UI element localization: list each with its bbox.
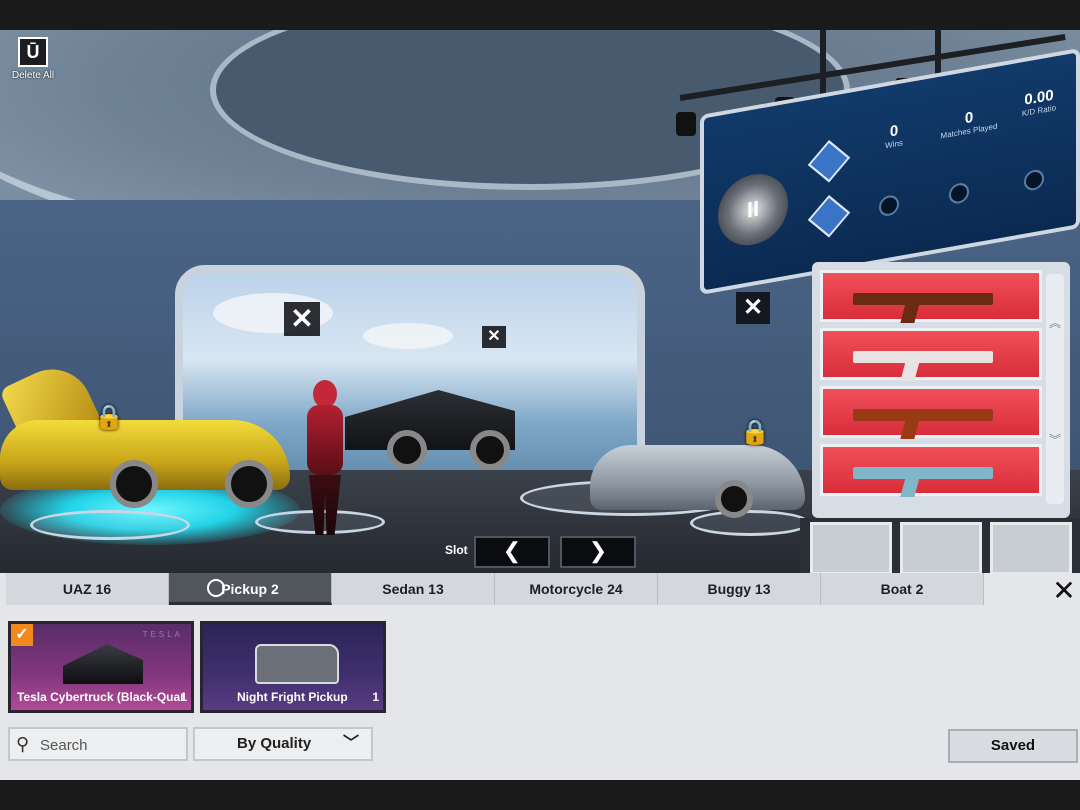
search-input[interactable] [40, 733, 180, 757]
tab-pickup-label: Pickup 2 [221, 581, 279, 597]
character-head [313, 380, 337, 408]
vehicle-card-night-fright[interactable]: Night Fright Pickup 1 [200, 621, 386, 713]
tab-motorcycle[interactable]: Motorcycle 24 [495, 573, 658, 605]
prev-slot-button[interactable]: ❮ [474, 536, 550, 568]
tier-emblem: II [718, 168, 788, 251]
platform [30, 510, 190, 540]
cloud [363, 323, 453, 349]
weapon-rack: ︽ ︾ [812, 262, 1070, 518]
cybertruck-thumbnail [63, 644, 143, 684]
lock-icon: 🔒 [94, 404, 124, 431]
locker-slot[interactable] [900, 522, 982, 575]
character-legs [309, 475, 341, 535]
close-icon[interactable]: ✕ [482, 326, 506, 348]
weapon-card-m416[interactable] [820, 328, 1042, 380]
car-body [590, 445, 805, 510]
tab-buggy[interactable]: Buggy 13 [658, 573, 821, 605]
slot-label: Slot [445, 543, 468, 557]
sort-dropdown[interactable]: By Quality ﹀ [193, 727, 373, 761]
tab-sedan[interactable]: Sedan 13 [332, 573, 495, 605]
vehicle-name: Tesla Cybertruck (Black-Quar [17, 690, 185, 704]
chevron-up-icon: ︽ [1048, 316, 1061, 330]
silver-roadster[interactable] [590, 435, 810, 525]
close-icon[interactable]: ✕ [284, 302, 320, 336]
wheel [110, 460, 158, 508]
rank-badge-icon [807, 195, 851, 238]
black-cybertruck[interactable] [345, 380, 520, 470]
locker-slot[interactable] [810, 522, 892, 575]
tier-numeral: II [746, 195, 760, 223]
player-character [295, 380, 355, 540]
close-icon[interactable]: ✕ [1050, 577, 1078, 606]
top-letterbox [0, 0, 1080, 30]
vehicle-category-tabs: UAZ 16 Pickup 2 Sedan 13 Motorcycle 24 B… [6, 573, 984, 605]
stat-slot-icon [879, 193, 899, 218]
vehicle-name: Night Fright Pickup [237, 690, 348, 704]
bottom-letterbox [0, 780, 1080, 810]
locker-row [800, 518, 1080, 575]
wheel [470, 430, 510, 470]
tab-pickup[interactable]: Pickup 2 [169, 573, 332, 605]
tab-uaz[interactable]: UAZ 16 [6, 573, 169, 605]
cursor-ring [207, 579, 225, 597]
vehicle-card-cybertruck[interactable]: TESLA ✓ Tesla Cybertruck (Black-Quar 1 [8, 621, 194, 713]
trash-icon: Ū [18, 37, 48, 67]
wheel [387, 430, 427, 470]
weapon-card-m762[interactable] [820, 444, 1042, 496]
selected-check-icon: ✓ [11, 624, 33, 646]
stat-slot-icon [1024, 168, 1044, 192]
rank-badge-icon [807, 140, 851, 183]
locker-slot[interactable] [990, 522, 1072, 575]
delete-all-label: Delete All [11, 70, 55, 81]
search-box: ⚲ [8, 727, 188, 761]
lock-icon: 🔒 [740, 419, 770, 446]
tab-boat[interactable]: Boat 2 [821, 573, 984, 605]
vehicle-count: 1 [180, 690, 187, 704]
wheel [225, 460, 273, 508]
weapon-card-akm[interactable] [820, 270, 1042, 322]
chevron-down-icon: ﹀ [342, 735, 359, 752]
delete-all-button[interactable]: Ū Delete All [10, 37, 56, 85]
pickup-thumbnail [255, 644, 339, 684]
vehicle-panel: UAZ 16 Pickup 2 Sedan 13 Motorcycle 24 B… [0, 573, 1080, 780]
brand-mark: TESLA [142, 630, 183, 639]
stat-kd: 0.00 K/D Ratio [1009, 84, 1069, 121]
search-icon: ⚲ [16, 734, 30, 754]
character-torso [307, 405, 343, 475]
rifle-icon [853, 293, 993, 305]
saved-button[interactable]: Saved [948, 729, 1078, 763]
spotlight [676, 112, 696, 136]
stat-matches: 0 Matches Played [929, 103, 1009, 143]
wheel [715, 480, 753, 518]
sort-value: By Quality [237, 735, 312, 752]
chevron-down-icon: ︾ [1048, 433, 1061, 447]
close-icon[interactable]: ✕ [736, 292, 770, 324]
rifle-icon [853, 351, 993, 363]
rack-scrollbar[interactable]: ︽ ︾ [1046, 274, 1064, 504]
rifle-icon [853, 467, 993, 479]
stat-wins: 0 Wins [869, 118, 919, 153]
yellow-supercar[interactable] [0, 356, 300, 508]
weapon-card-kar98[interactable] [820, 386, 1042, 438]
next-slot-button[interactable]: ❯ [560, 536, 636, 568]
stat-slot-icon [949, 181, 969, 206]
vehicle-count: 1 [372, 690, 379, 704]
rifle-icon [853, 409, 993, 421]
